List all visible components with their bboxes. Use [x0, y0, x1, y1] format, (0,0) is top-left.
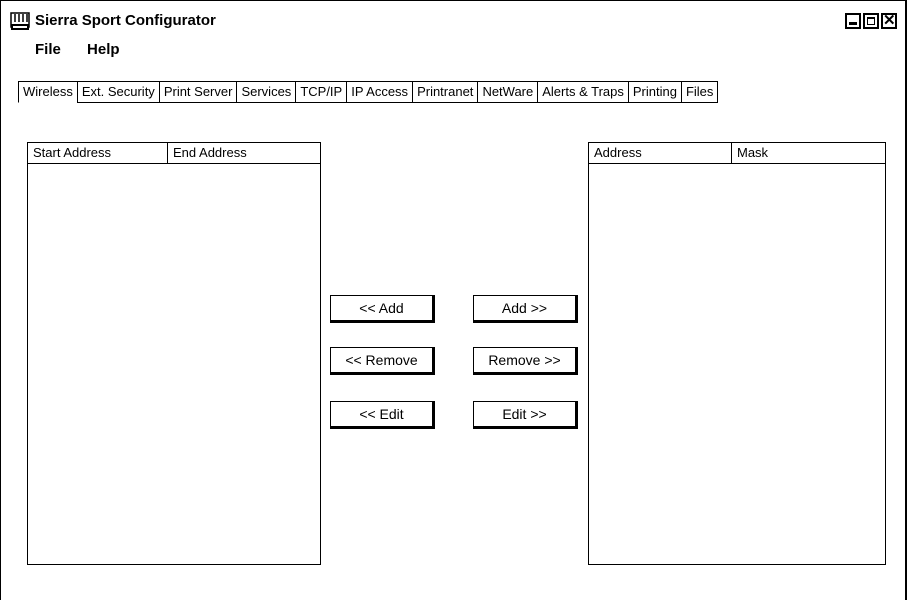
- close-icon[interactable]: ✕: [881, 12, 897, 29]
- edit-left-button[interactable]: << Edit: [330, 401, 435, 429]
- tab-wireless[interactable]: Wireless: [18, 81, 77, 103]
- app-window: Sierra Sport Configurator ✕ File Help Wi…: [0, 0, 907, 600]
- tab-files[interactable]: Files: [680, 81, 719, 103]
- window-title: Sierra Sport Configurator: [35, 12, 216, 29]
- column-header-start-address[interactable]: Start Address: [28, 143, 168, 163]
- maximize-icon[interactable]: [863, 13, 879, 29]
- list-header: Start Address End Address: [28, 143, 320, 164]
- address-range-list[interactable]: Start Address End Address: [27, 142, 321, 565]
- tab-printing[interactable]: Printing: [627, 81, 681, 103]
- tab-tcp-ip[interactable]: TCP/IP: [295, 81, 347, 103]
- remove-right-button[interactable]: Remove >>: [473, 347, 578, 375]
- list-header: Address Mask: [589, 143, 885, 164]
- tab-services[interactable]: Services: [236, 81, 296, 103]
- tab-ip-access[interactable]: IP Access: [346, 81, 413, 103]
- tab-alerts-traps[interactable]: Alerts & Traps: [537, 81, 628, 103]
- tab-ext-security[interactable]: Ext. Security: [76, 81, 159, 103]
- edit-right-button[interactable]: Edit >>: [473, 401, 578, 429]
- menu-bar: File Help: [35, 41, 142, 58]
- column-header-mask[interactable]: Mask: [731, 143, 885, 163]
- minimize-icon[interactable]: [845, 13, 861, 29]
- tab-strip: Wireless Ext. Security Print Server Serv…: [18, 81, 719, 103]
- tab-netware[interactable]: NetWare: [477, 81, 538, 103]
- column-header-address[interactable]: Address: [589, 143, 731, 163]
- add-left-button[interactable]: << Add: [330, 295, 435, 323]
- menu-file[interactable]: File: [35, 41, 61, 58]
- address-mask-list[interactable]: Address Mask: [588, 142, 886, 565]
- menu-help[interactable]: Help: [87, 41, 120, 58]
- remove-left-button[interactable]: << Remove: [330, 347, 435, 375]
- tab-printranet[interactable]: Printranet: [412, 81, 478, 103]
- printer-server-icon: [10, 12, 30, 30]
- add-right-button[interactable]: Add >>: [473, 295, 578, 323]
- column-header-end-address[interactable]: End Address: [168, 143, 319, 163]
- tab-print-server[interactable]: Print Server: [158, 81, 237, 103]
